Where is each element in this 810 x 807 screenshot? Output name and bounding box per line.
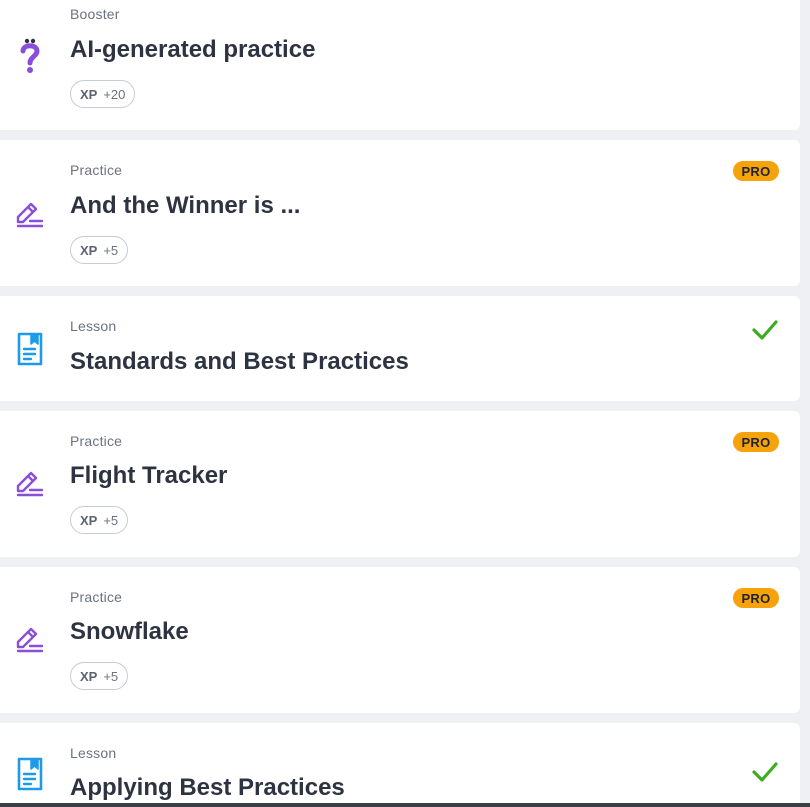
xp-chip: XP +20	[70, 80, 136, 108]
lesson-card-practice[interactable]: Practice And the Winner is ... XP +5 PRO	[0, 140, 800, 286]
card-title: And the Winner is ...	[70, 192, 301, 219]
xp-chip: XP +5	[70, 236, 129, 264]
card-type-label: Practice	[70, 589, 123, 605]
xp-label: XP	[80, 668, 98, 684]
pencil-practice-icon	[14, 198, 46, 230]
xp-value: +5	[103, 668, 119, 684]
card-type-label: Booster	[70, 6, 120, 22]
lesson-doc-icon	[14, 332, 46, 366]
xp-label: XP	[80, 512, 98, 528]
bottom-edge-bar	[0, 803, 810, 807]
lesson-card-practice[interactable]: Practice Flight Tracker XP +5 PRO	[0, 411, 800, 557]
lesson-doc-icon	[14, 757, 46, 791]
check-icon	[752, 761, 778, 783]
card-type-label: Practice	[70, 162, 123, 178]
lesson-card-practice[interactable]: Practice Snowflake XP +5 PRO	[0, 567, 800, 713]
card-title: Snowflake	[70, 618, 189, 645]
pro-badge: PRO	[733, 588, 779, 608]
xp-label: XP	[80, 242, 98, 258]
question-booster-icon	[14, 38, 46, 73]
xp-value: +5	[103, 242, 119, 258]
xp-value: +5	[103, 512, 119, 528]
scroll-gutter	[800, 0, 810, 807]
lesson-card-lesson[interactable]: Lesson Applying Best Practices	[0, 723, 800, 807]
card-type-label: Practice	[70, 433, 123, 449]
card-title: Standards and Best Practices	[70, 348, 409, 375]
card-title: AI-generated practice	[70, 36, 316, 63]
pro-badge: PRO	[733, 161, 779, 181]
card-type-label: Lesson	[70, 318, 117, 334]
card-title: Applying Best Practices	[70, 774, 345, 801]
xp-chip: XP +5	[70, 662, 129, 690]
xp-value: +20	[103, 86, 126, 102]
card-type-label: Lesson	[70, 745, 117, 761]
xp-label: XP	[80, 86, 98, 102]
card-title: Flight Tracker	[70, 462, 228, 489]
pencil-practice-icon	[14, 623, 46, 655]
pencil-practice-icon	[14, 467, 46, 499]
xp-chip: XP +5	[70, 506, 129, 534]
lesson-card-lesson[interactable]: Lesson Standards and Best Practices	[0, 296, 800, 401]
pro-badge: PRO	[733, 432, 779, 452]
check-icon	[752, 319, 778, 341]
lesson-card-booster[interactable]: Booster AI-generated practice XP +20	[0, 0, 800, 130]
lesson-list-page: Booster AI-generated practice XP +20 Pra…	[0, 0, 810, 807]
